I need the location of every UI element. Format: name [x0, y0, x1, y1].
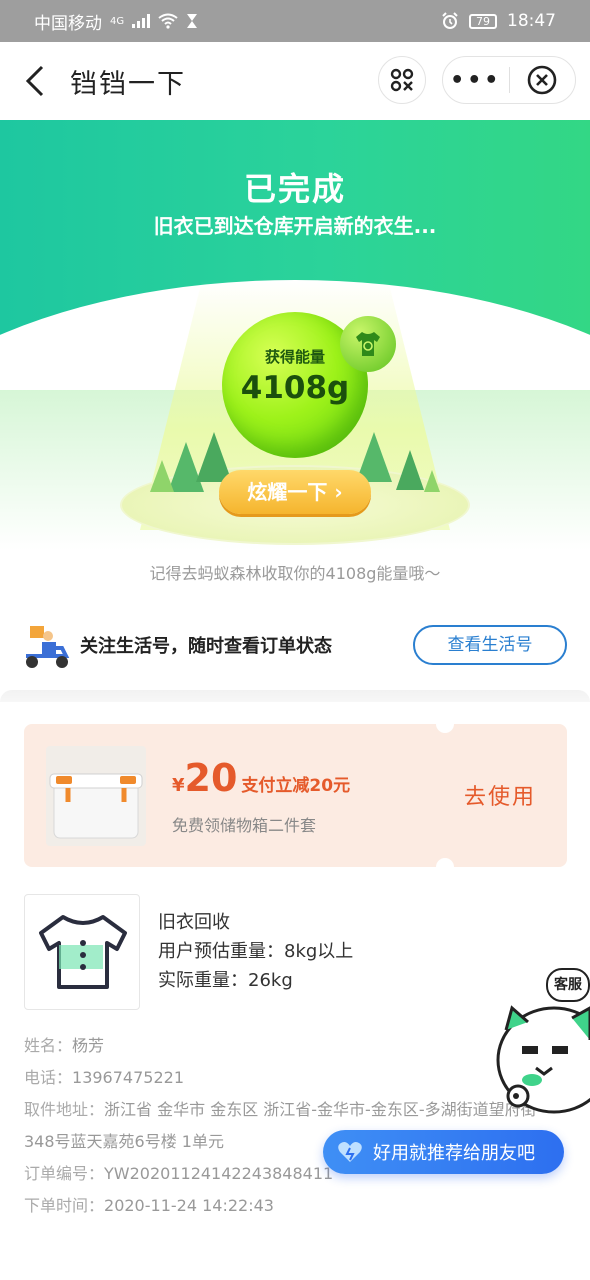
product-thumbnail: [24, 894, 140, 1010]
product-name: 旧衣回收: [158, 912, 230, 933]
miniapp-capsule: •••: [442, 56, 576, 104]
detail-value: YW20201124142243848411: [104, 1164, 334, 1183]
coupon-notch: [436, 715, 454, 733]
tree-icon: [424, 470, 440, 492]
use-coupon-button[interactable]: 去使用: [464, 779, 536, 811]
close-button[interactable]: [510, 65, 576, 95]
more-button[interactable]: •••: [443, 68, 509, 93]
heart-share-icon: [338, 1142, 362, 1162]
carrier-label: 中国移动: [34, 13, 102, 34]
hourglass-icon: [187, 14, 198, 28]
battery-icon: 79: [469, 13, 497, 29]
page-title: 铛铛一下: [70, 68, 186, 100]
clock: 18:47: [507, 11, 556, 31]
signal-icon: [132, 14, 151, 28]
wifi-icon: [158, 13, 178, 29]
nav-bar: 铛铛一下 •••: [0, 42, 590, 120]
back-button[interactable]: [0, 42, 70, 120]
tree-icon: [150, 460, 174, 492]
show-off-button[interactable]: 炫耀一下 ›: [219, 470, 371, 514]
status-subtitle: 旧衣已到达仓库开启新的衣生...: [153, 214, 437, 238]
energy-reminder: 记得去蚂蚁森林收取你的4108g能量哦～: [149, 564, 441, 583]
order-details: 姓名：杨芳 电话：13967475221 取件地址：浙江省 金华市 金东区 浙江…: [24, 1030, 564, 1222]
detail-label: 电话：: [24, 1068, 73, 1087]
detail-label: 下单时间：: [24, 1196, 105, 1215]
detail-label: 姓名：: [24, 1036, 73, 1055]
scan-button[interactable]: [378, 56, 426, 104]
section-divider: [0, 690, 590, 702]
energy-value: 4108g: [240, 370, 350, 406]
storage-box-image: [46, 746, 146, 846]
customer-service-bubble[interactable]: 客服: [546, 968, 590, 1002]
follow-row: 关注生活号，随时查看订单状态 查看生活号: [0, 610, 590, 680]
storage-box-icon: [49, 773, 143, 839]
detail-name-row: 姓名：杨芳: [24, 1030, 564, 1062]
detail-value: 杨芳: [72, 1036, 105, 1055]
status-bar: 中国移动 4G 79 18:47: [0, 0, 590, 42]
delivery-scooter-icon: [26, 626, 70, 668]
coupon-card[interactable]: ¥ 20 支付立减20元 免费领储物箱二件套 去使用: [24, 715, 567, 876]
view-lifestyle-account-button[interactable]: 查看生活号: [413, 625, 567, 665]
detail-label: 订单编号：: [24, 1164, 105, 1183]
coupon-subtitle: 免费领储物箱二件套: [172, 816, 317, 835]
coupon-notch: [436, 858, 454, 876]
hero-section: 已完成 旧衣已到达仓库开启新的衣生... 获得能量 4108g 炫耀一下 › 记…: [0, 120, 590, 700]
mascot-cat-icon[interactable]: [492, 1000, 590, 1140]
estimated-weight: 用户预估重量：8kg以上: [158, 941, 354, 962]
tree-icon: [396, 450, 424, 490]
scan-icon: [390, 68, 414, 92]
status-title: 已完成: [243, 170, 346, 208]
detail-value: 2020-11-24 14:22:43: [104, 1196, 274, 1215]
actual-weight: 实际重量：26kg: [158, 970, 293, 991]
coupon-amount: 20: [184, 756, 238, 800]
recycle-shirt-badge: [340, 316, 396, 372]
coupon-description: 支付立减20元: [241, 776, 351, 796]
recycle-shirt-icon: [356, 332, 380, 356]
network-label: 4G: [110, 15, 125, 27]
follow-text: 关注生活号，随时查看订单状态: [80, 636, 332, 657]
close-icon: [527, 65, 557, 95]
product-info: 旧衣回收 用户预估重量：8kg以上 实际重量：26kg: [158, 908, 353, 995]
detail-phone-row: 电话：13967475221: [24, 1062, 564, 1094]
coupon-currency: ¥: [172, 775, 185, 796]
coupon-price: ¥ 20 支付立减20元: [172, 756, 350, 800]
detail-label: 取件地址：: [24, 1100, 105, 1119]
detail-time-row: 下单时间：2020-11-24 14:22:43: [24, 1190, 564, 1222]
detail-value: 13967475221: [72, 1068, 184, 1087]
tshirt-icon: [39, 915, 127, 989]
alarm-icon: [442, 12, 458, 29]
recommend-label: 好用就推荐给朋友吧: [373, 1143, 535, 1164]
chevron-left-icon: [25, 65, 44, 97]
